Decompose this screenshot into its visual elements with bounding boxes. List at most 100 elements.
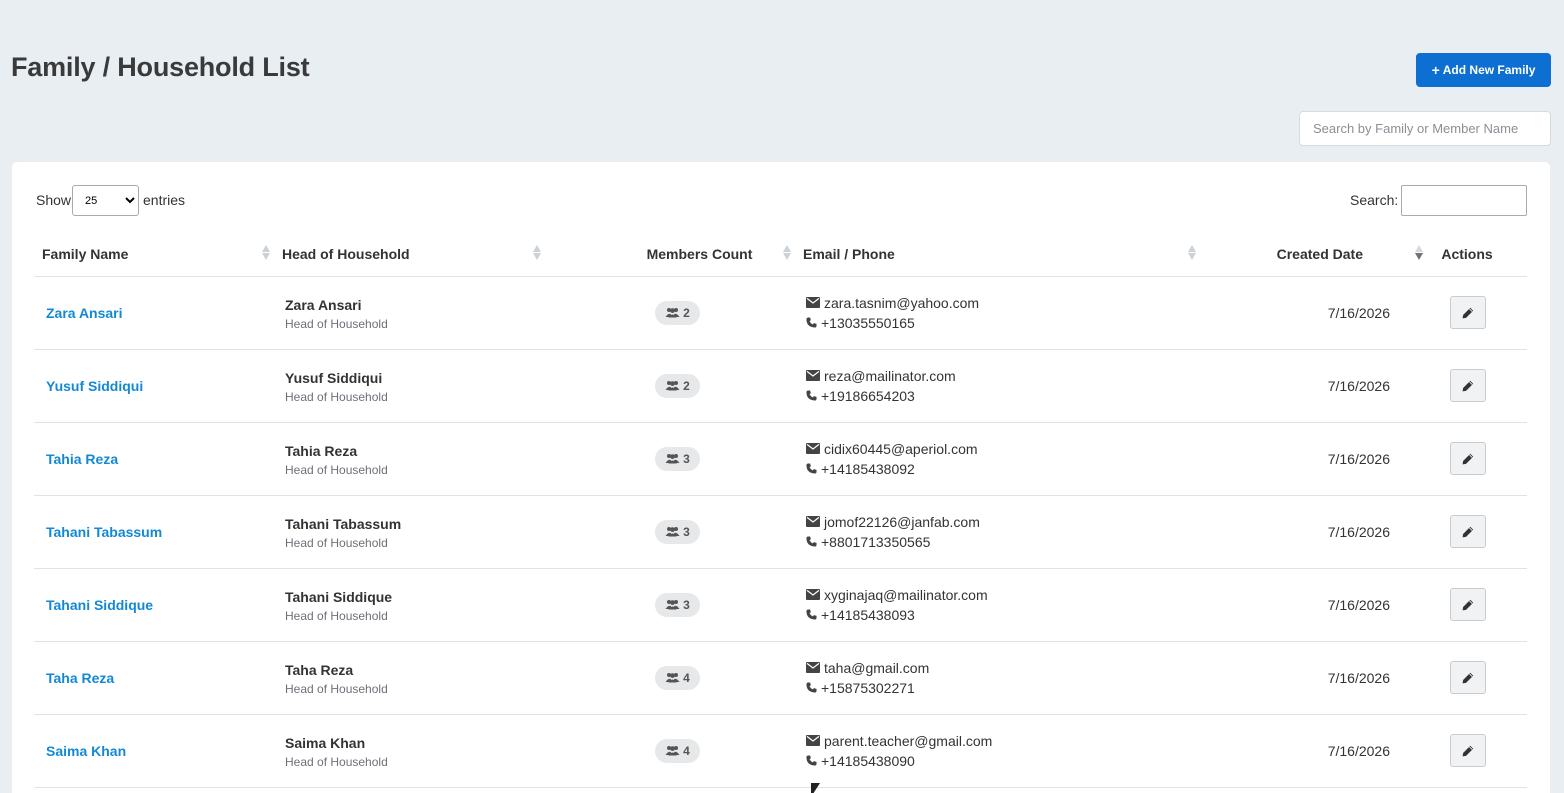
members-count: 2 bbox=[683, 378, 690, 393]
pencil-icon bbox=[1462, 672, 1473, 683]
head-name: Saima Khan bbox=[285, 734, 366, 751]
family-name-link[interactable]: Tahani Siddique bbox=[42, 597, 153, 613]
col-header-head-label: Head of Household bbox=[282, 245, 410, 262]
created-date: 7/16/2026 bbox=[1327, 304, 1390, 321]
head-role: Head of Household bbox=[285, 462, 388, 477]
col-header-family-name[interactable]: Family Name bbox=[34, 232, 274, 277]
envelope-icon bbox=[806, 297, 820, 308]
members-count: 3 bbox=[683, 597, 690, 612]
family-name-link[interactable]: Zara Ansari bbox=[42, 305, 123, 321]
members-count-badge: 3 bbox=[655, 446, 700, 471]
page-length-select[interactable]: 25 bbox=[72, 185, 139, 216]
email-text: xyginajaq@mailinator.com bbox=[824, 586, 988, 603]
phone-text: +19186654203 bbox=[821, 387, 915, 404]
family-name-link[interactable]: Taha Reza bbox=[42, 670, 114, 686]
users-icon bbox=[665, 600, 680, 610]
phone-icon bbox=[806, 317, 817, 328]
table-row: Tahani Siddique Tahani Siddique Head of … bbox=[34, 568, 1527, 642]
head-role: Head of Household bbox=[285, 608, 388, 623]
edit-button[interactable] bbox=[1449, 734, 1486, 767]
table-row: Zara Ansari Zara Ansari Head of Househol… bbox=[34, 276, 1527, 350]
phone-icon bbox=[806, 390, 817, 401]
col-header-head-of-household[interactable]: Head of Household bbox=[274, 232, 545, 277]
add-new-family-button[interactable]: + Add New Family bbox=[1416, 53, 1551, 87]
family-member-search-input[interactable] bbox=[1299, 111, 1551, 146]
table-row: Tahia Reza Tahia Reza Head of Household … bbox=[34, 422, 1527, 496]
sort-icon bbox=[533, 244, 541, 262]
phone-icon bbox=[806, 609, 817, 620]
head-role: Head of Household bbox=[285, 535, 388, 550]
edit-button[interactable] bbox=[1449, 515, 1486, 548]
pencil-icon bbox=[1462, 380, 1473, 391]
edit-button[interactable] bbox=[1449, 661, 1486, 694]
pencil-icon bbox=[1462, 745, 1473, 756]
created-date: 7/16/2026 bbox=[1327, 450, 1390, 467]
family-table: Family Name Head of Household Members Co… bbox=[34, 232, 1527, 788]
family-name-link[interactable]: Saima Khan bbox=[42, 743, 126, 759]
col-header-family-name-label: Family Name bbox=[42, 245, 129, 262]
head-name: Taha Reza bbox=[285, 661, 354, 678]
edit-button[interactable] bbox=[1449, 588, 1486, 621]
family-name-link[interactable]: Tahani Tabassum bbox=[42, 524, 162, 540]
head-name: Zara Ansari bbox=[285, 296, 362, 313]
sort-icon bbox=[262, 244, 270, 262]
phone-text: +15875302271 bbox=[821, 679, 915, 696]
head-role: Head of Household bbox=[285, 389, 388, 404]
phone-icon bbox=[806, 682, 817, 693]
pencil-icon bbox=[1462, 526, 1473, 537]
email-text: jomof22126@janfab.com bbox=[824, 513, 980, 530]
members-count: 4 bbox=[683, 670, 690, 685]
head-name: Tahani Tabassum bbox=[285, 515, 402, 532]
col-header-email-phone[interactable]: Email / Phone bbox=[795, 232, 1200, 277]
email-text: zara.tasnim@yahoo.com bbox=[824, 294, 980, 311]
users-icon bbox=[665, 454, 680, 464]
members-count-badge: 2 bbox=[655, 300, 700, 325]
envelope-icon bbox=[806, 443, 820, 454]
edit-button[interactable] bbox=[1449, 369, 1486, 402]
pencil-icon bbox=[1462, 599, 1473, 610]
table-row: Yusuf Siddiqui Yusuf Siddiqui Head of Ho… bbox=[34, 349, 1527, 423]
phone-text: +14185438090 bbox=[821, 752, 915, 769]
col-header-created-label: Created Date bbox=[1276, 245, 1363, 262]
pencil-icon bbox=[1462, 307, 1473, 318]
table-row: Taha Reza Taha Reza Head of Household 4 bbox=[34, 641, 1527, 715]
mouse-cursor bbox=[811, 783, 820, 793]
users-icon bbox=[665, 746, 680, 756]
members-count-badge: 4 bbox=[655, 738, 700, 763]
email-text: cidix60445@aperiol.com bbox=[824, 440, 978, 457]
family-name-link[interactable]: Yusuf Siddiqui bbox=[42, 378, 143, 394]
envelope-icon bbox=[806, 735, 820, 746]
family-name-link[interactable]: Tahia Reza bbox=[42, 451, 118, 467]
edit-button[interactable] bbox=[1449, 296, 1486, 329]
table-row: Saima Khan Saima Khan Head of Household … bbox=[34, 714, 1527, 788]
members-count: 3 bbox=[683, 524, 690, 539]
created-date: 7/16/2026 bbox=[1327, 377, 1390, 394]
members-count: 4 bbox=[683, 743, 690, 758]
created-date: 7/16/2026 bbox=[1327, 669, 1390, 686]
members-count-badge: 3 bbox=[655, 519, 700, 544]
sort-icon bbox=[1188, 244, 1196, 262]
col-header-members-count[interactable]: Members Count bbox=[545, 232, 795, 277]
table-search-input[interactable] bbox=[1401, 185, 1527, 216]
phone-text: +8801713350565 bbox=[821, 533, 931, 550]
plus-icon: + bbox=[1431, 62, 1440, 78]
email-text: taha@gmail.com bbox=[824, 659, 930, 676]
phone-icon bbox=[806, 536, 817, 547]
pencil-icon bbox=[1462, 453, 1473, 464]
users-icon bbox=[665, 381, 680, 391]
sort-icon bbox=[783, 244, 791, 262]
col-header-members-label: Members Count bbox=[646, 245, 753, 262]
members-count-badge: 2 bbox=[655, 373, 700, 398]
created-date: 7/16/2026 bbox=[1327, 596, 1390, 613]
email-text: reza@mailinator.com bbox=[824, 367, 956, 384]
family-table-card: Show 25 entries Search: Family Name Head… bbox=[12, 162, 1550, 793]
edit-button[interactable] bbox=[1449, 442, 1486, 475]
col-header-actions: Actions bbox=[1407, 232, 1527, 277]
phone-text: +14185438093 bbox=[821, 606, 915, 623]
envelope-icon bbox=[806, 662, 820, 673]
phone-text: +14185438092 bbox=[821, 460, 915, 477]
col-header-created-date[interactable]: Created Date bbox=[1200, 232, 1423, 277]
col-header-contact-label: Email / Phone bbox=[803, 245, 895, 262]
table-search-label: Search: bbox=[1350, 192, 1399, 208]
phone-text: +13035550165 bbox=[821, 314, 915, 331]
